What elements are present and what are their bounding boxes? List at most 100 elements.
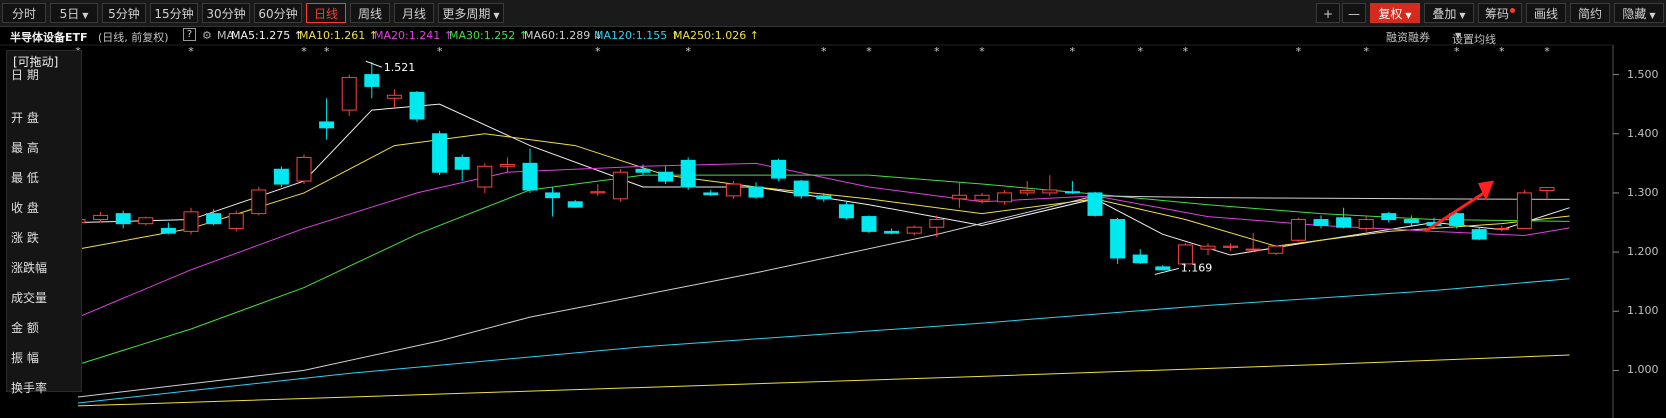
event-star-icon: * xyxy=(1454,45,1460,58)
event-star-icon: * xyxy=(1544,45,1550,58)
event-star-icon: * xyxy=(595,45,601,58)
low-price-label: 1.169 xyxy=(1181,261,1213,274)
event-star-icon: * xyxy=(324,45,330,58)
panel-label: 开 盘 xyxy=(11,111,39,125)
event-star-icon: * xyxy=(1070,45,1076,58)
candle-body xyxy=(567,201,583,208)
candle-body xyxy=(1223,245,1239,248)
candle-body xyxy=(206,213,222,225)
event-star-icon: * xyxy=(934,45,940,58)
candle-body xyxy=(748,186,764,198)
candle-body xyxy=(545,192,561,199)
event-star-icon: * xyxy=(979,45,985,58)
panel-label: 金 额 xyxy=(11,321,39,335)
price-tick-label: 1.400 xyxy=(1627,126,1659,140)
candle-body xyxy=(273,168,289,185)
price-tick-label: 1.000 xyxy=(1627,363,1659,377)
trend-arrow-icon xyxy=(1478,180,1494,201)
candle-body xyxy=(1087,192,1103,216)
ma-line-ma120 xyxy=(77,278,1570,404)
candle-body xyxy=(1403,219,1419,224)
panel-label: 成交量 xyxy=(11,291,48,305)
price-tick-label: 1.200 xyxy=(1627,245,1659,259)
candle-body xyxy=(974,194,990,201)
candle-body xyxy=(1290,219,1306,241)
panel-label: 日 期 xyxy=(11,68,39,82)
quote-info-panel[interactable]: [可拖动] 日 期202502/10开 盘1.304最 高1.310最 低1.2… xyxy=(6,50,82,395)
price-tick-label: 1.500 xyxy=(1627,67,1659,81)
panel-label: 最 低 xyxy=(11,171,39,185)
candle-body xyxy=(454,156,470,170)
candle-body xyxy=(251,189,267,215)
candle-body xyxy=(680,159,696,188)
event-star-icon: * xyxy=(1499,45,1505,58)
panel-label: 收 盘 xyxy=(11,201,39,215)
event-star-icon: * xyxy=(301,45,307,58)
event-star-icon: * xyxy=(821,45,827,58)
panel-label: 振 幅 xyxy=(11,351,39,365)
candle-body xyxy=(1042,189,1058,194)
candle-body xyxy=(1268,245,1284,254)
candle-body xyxy=(1313,219,1329,226)
candle-body xyxy=(319,121,335,129)
candle-body xyxy=(477,165,493,188)
candle-body xyxy=(138,217,154,225)
event-star-icon: * xyxy=(866,45,872,58)
candle-body xyxy=(1019,190,1035,194)
panel-label: 换手率 xyxy=(11,381,48,395)
candle-body xyxy=(1132,254,1148,264)
ma-line-ma20 xyxy=(77,162,1570,318)
candle-body xyxy=(997,192,1013,203)
candle-body xyxy=(296,156,312,182)
high-price-label: 1.521 xyxy=(384,61,416,74)
event-star-icon: * xyxy=(1363,45,1369,58)
price-tick-label: 1.100 xyxy=(1627,304,1659,318)
candle-body xyxy=(703,192,719,196)
candle-body xyxy=(884,230,900,234)
candle-body xyxy=(658,171,674,182)
event-star-icon: * xyxy=(685,45,691,58)
panel-label: 涨 跌 xyxy=(11,231,39,245)
candle-body xyxy=(499,164,515,167)
event-star-icon: * xyxy=(188,45,194,58)
event-star-icon: * xyxy=(1137,45,1143,58)
candle-body xyxy=(838,204,854,219)
candle-body xyxy=(183,211,199,232)
candle-body xyxy=(386,94,402,99)
event-star-icon: * xyxy=(437,45,443,58)
high-annotation-leader xyxy=(365,60,382,68)
candle-body xyxy=(590,191,606,194)
candle-body xyxy=(1358,219,1374,229)
candle-body xyxy=(1064,191,1080,194)
candle-body xyxy=(1245,248,1261,251)
event-star-icon: * xyxy=(1296,45,1302,58)
candle-body xyxy=(1516,192,1532,229)
candle-body xyxy=(1381,213,1397,221)
candle-body xyxy=(93,214,109,221)
candle-body xyxy=(816,195,832,200)
candle-body xyxy=(1494,227,1510,230)
candle-body xyxy=(409,91,425,120)
candle-body xyxy=(1155,266,1171,271)
candle-body xyxy=(1336,217,1352,228)
candle-body xyxy=(1110,219,1126,259)
panel-label: 涨跌幅 xyxy=(11,261,48,275)
candle-body xyxy=(1539,187,1555,192)
candle-body xyxy=(612,171,628,200)
kline-chart[interactable]: *******************1.5211.169 xyxy=(0,0,1666,418)
panel-label: 最 高 xyxy=(11,141,39,155)
candle-body xyxy=(861,216,877,232)
ma-line-ma250 xyxy=(77,354,1570,407)
candle-body xyxy=(522,162,538,191)
candle-body xyxy=(929,219,945,228)
candle-body xyxy=(115,213,131,225)
candle-body xyxy=(771,159,787,179)
ma-line-ma10 xyxy=(77,133,1570,250)
candle-body xyxy=(228,213,244,229)
ma-line-ma30 xyxy=(77,174,1570,365)
candle-body xyxy=(341,77,357,111)
candle-body xyxy=(364,74,380,87)
price-tick-label: 1.300 xyxy=(1627,185,1659,199)
candle-body xyxy=(951,194,967,200)
candle-body xyxy=(1200,245,1216,250)
